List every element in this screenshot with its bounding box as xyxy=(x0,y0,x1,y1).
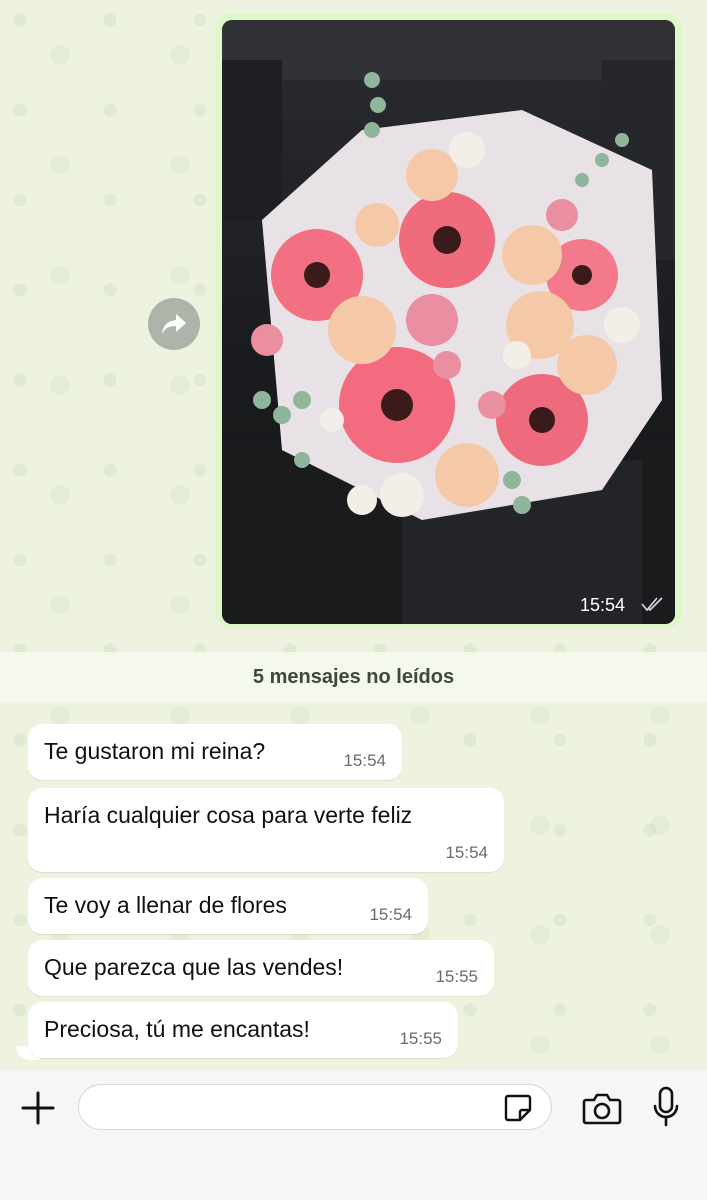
message-time: 15:54 xyxy=(445,843,488,862)
image-time: 15:54 xyxy=(580,595,625,615)
message-text: Preciosa, tú me encantas! xyxy=(44,1016,310,1042)
message-time: 15:54 xyxy=(343,751,386,770)
forward-arrow-icon xyxy=(162,314,186,334)
microphone-icon[interactable] xyxy=(652,1086,680,1128)
incoming-message-2[interactable]: Haría cualquier cosa para verte feliz 15… xyxy=(28,788,504,872)
message-time: 15:55 xyxy=(399,1029,442,1048)
bouquet-illustration: 15:54 xyxy=(222,20,675,624)
message-text: Te voy a llenar de flores xyxy=(44,892,287,918)
message-text: Que parezca que las vendes! xyxy=(44,954,344,980)
message-time: 15:55 xyxy=(435,967,478,986)
plus-icon[interactable] xyxy=(20,1090,56,1126)
incoming-message-5[interactable]: Preciosa, tú me encantas! 15:55 xyxy=(28,1002,458,1058)
message-text: Te gustaron mi reina? xyxy=(44,738,266,764)
unread-messages-divider: 5 mensajes no leídos xyxy=(0,652,707,702)
camera-icon[interactable] xyxy=(582,1090,622,1126)
sticker-icon[interactable] xyxy=(502,1092,534,1124)
forward-button[interactable] xyxy=(148,298,200,350)
message-input[interactable] xyxy=(78,1084,552,1130)
message-time: 15:54 xyxy=(369,905,412,924)
message-text: Haría cualquier cosa para verte feliz xyxy=(44,802,413,828)
flower-bouquet-photo[interactable]: 15:54 xyxy=(222,20,675,624)
unread-divider-label: 5 mensajes no leídos xyxy=(252,665,455,688)
incoming-message-1[interactable]: Te gustaron mi reina? 15:54 xyxy=(28,724,402,780)
incoming-message-3[interactable]: Te voy a llenar de flores 15:54 xyxy=(28,878,428,934)
incoming-message-4[interactable]: Que parezca que las vendes! 15:55 xyxy=(28,940,494,996)
